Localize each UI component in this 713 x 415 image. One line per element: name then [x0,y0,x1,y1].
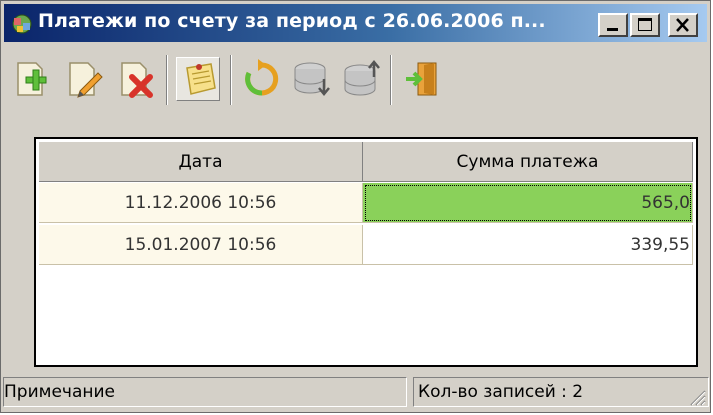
row-1-amount[interactable]: 565,0 [363,183,693,223]
edit-icon [69,62,103,98]
edit-button[interactable] [62,57,106,101]
minimize-button[interactable] [598,13,628,37]
export-button[interactable] [340,57,384,101]
note-button[interactable] [176,57,220,101]
maximize-button[interactable] [630,13,660,37]
refresh-icon [245,59,279,96]
toolbar [4,43,707,123]
add-button[interactable] [10,57,54,101]
status-record-count: Кол-во записей : 2 [413,377,709,407]
column-header-date[interactable]: Дата [39,142,363,182]
note-icon [186,63,216,95]
delete-icon [121,62,153,98]
row-2-date[interactable]: 15.01.2007 10:56 [39,225,363,265]
row-1-date[interactable]: 11.12.2006 10:56 [39,183,363,223]
payments-grid[interactable]: Дата Сумма платежа 11.12.2006 10:56 565,… [34,137,698,367]
toolbar-separator [390,55,392,105]
toolbar-separator [166,55,168,105]
app-icon [12,14,32,34]
delete-button[interactable] [114,57,158,101]
close-button[interactable] [668,13,698,37]
row-2-amount[interactable]: 339,55 [363,225,693,265]
title-bar[interactable]: Платежи по счету за период с 26.06.2006 … [4,4,707,42]
import-button[interactable] [290,57,334,101]
db-export-icon [344,60,380,96]
payments-window: Платежи по счету за период с 26.06.2006 … [0,0,711,413]
status-note: Примечание [3,377,407,407]
close-icon [676,18,689,32]
refresh-button[interactable] [240,57,284,101]
window-title: Платежи по счету за период с 26.06.2006 … [38,10,546,32]
add-icon [17,62,47,96]
toolbar-separator [230,55,232,105]
exit-button[interactable] [400,57,444,101]
column-header-amount[interactable]: Сумма платежа [363,142,693,182]
exit-icon [406,62,437,96]
minimize-icon [607,28,618,31]
resize-grip-icon[interactable] [688,388,706,406]
maximize-icon [638,18,652,31]
db-import-icon [294,62,330,96]
